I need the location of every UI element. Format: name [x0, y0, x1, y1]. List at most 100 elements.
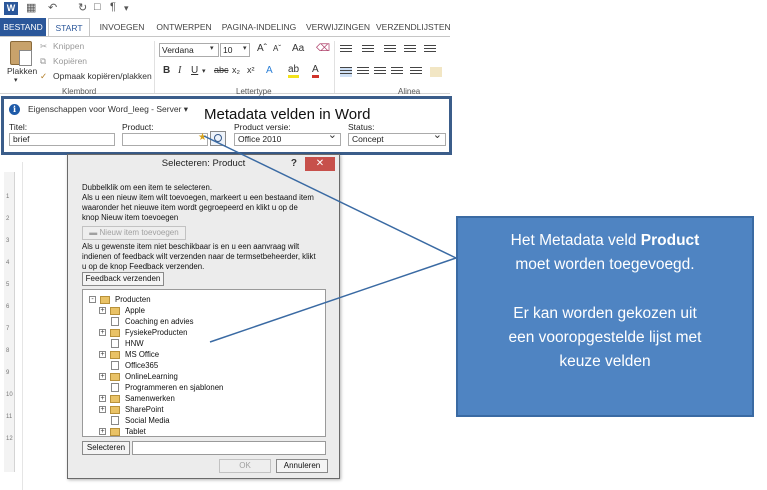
tree-item[interactable]: HNW — [99, 338, 299, 349]
explanation-callout: Het Metadata veld Product moet worden to… — [456, 216, 754, 417]
tree-root[interactable]: - Producten — [89, 294, 289, 305]
tree-item[interactable]: + FysiekeProducten — [99, 327, 299, 338]
text-effects-icon[interactable]: A — [266, 65, 273, 76]
tree-item[interactable]: Programmeren en sjablonen — [99, 382, 299, 393]
product-field[interactable] — [122, 133, 208, 146]
feedback-instructions: Als u gewenste item niet beschikbaar is … — [82, 242, 332, 272]
cut-button[interactable]: Knippen — [53, 41, 84, 51]
tree-item[interactable]: + MS Office — [99, 349, 299, 360]
ruler-mark: 3 — [6, 238, 10, 244]
feedback-button[interactable]: Feedback verzenden — [82, 272, 164, 286]
expand-icon[interactable]: + — [99, 406, 106, 413]
subscript-icon[interactable]: x₂ — [232, 65, 240, 75]
tree-item[interactable]: + OnlineLearning — [99, 371, 299, 382]
term-icon — [111, 339, 119, 348]
highlight-icon[interactable]: ab — [288, 65, 300, 78]
justify-icon[interactable] — [391, 67, 403, 77]
decrease-indent-icon[interactable] — [404, 45, 416, 55]
tab-verzendlijsten[interactable]: VERZENDLIJSTEN — [376, 18, 450, 36]
browse-terms-icon[interactable] — [210, 131, 226, 146]
grow-font-icon[interactable]: Aˆ — [257, 43, 267, 54]
pilcrow-icon[interactable]: ¶ — [110, 1, 116, 13]
underline-icon[interactable]: U — [191, 65, 198, 76]
align-right-icon[interactable] — [374, 67, 386, 77]
tree-item[interactable]: + Tablet — [99, 426, 299, 437]
dropdown-arrow-icon[interactable]: ▾ — [184, 104, 188, 114]
save-icon[interactable]: ▦ — [26, 1, 36, 14]
italic-icon[interactable]: I — [178, 65, 181, 76]
required-star-icon: ★ — [198, 132, 207, 143]
expand-icon[interactable]: + — [99, 307, 106, 314]
paste-dropdown-icon[interactable]: ▾ — [14, 76, 18, 84]
status-select[interactable]: Concept — [348, 130, 446, 146]
superscript-icon[interactable]: x² — [247, 65, 255, 75]
line-spacing-icon[interactable] — [410, 67, 422, 77]
product-versie-select[interactable]: Office 2010 — [234, 130, 341, 146]
copy-button[interactable]: Kopiëren — [53, 56, 87, 66]
close-button[interactable]: ✕ — [305, 157, 335, 171]
cancel-button[interactable]: Annuleren — [276, 459, 328, 473]
expand-icon[interactable]: + — [99, 351, 106, 358]
font-name-dropdown-icon[interactable]: ▾ — [210, 44, 214, 52]
callout-line-2: moet worden toegevoegd. — [515, 256, 695, 273]
ruler-mark: 6 — [6, 304, 10, 310]
callout-paragraph-2: Er kan worden gekozen uit een vooropgest… — [458, 302, 752, 374]
tab-bestand[interactable]: BESTAND — [0, 18, 46, 36]
shading-icon[interactable] — [430, 67, 442, 77]
numbering-icon[interactable] — [362, 45, 374, 55]
paste-label[interactable]: Plakken — [7, 66, 37, 76]
copy-icon: ⧉ — [40, 56, 47, 66]
ruler-mark: 9 — [6, 370, 10, 376]
tab-invoegen[interactable]: INVOEGEN — [94, 18, 150, 36]
tree-item[interactable]: + Samenwerken — [99, 393, 299, 404]
expand-icon[interactable]: + — [99, 373, 106, 380]
tree-item[interactable]: Coaching en advies — [99, 316, 299, 327]
help-icon[interactable]: ? — [291, 158, 297, 169]
feedback-line: u op de knop Feedback verzenden. — [82, 262, 205, 271]
info-icon: i — [9, 104, 20, 115]
shrink-font-icon[interactable]: Aˇ — [273, 44, 281, 53]
change-case-icon[interactable]: Aa — [292, 43, 304, 54]
document-properties-label[interactable]: Eigenschappen voor Word_leeg - Server ▾ — [28, 104, 188, 115]
titel-field[interactable]: brief — [9, 133, 115, 146]
underline-dropdown-icon[interactable]: ▾ — [202, 67, 206, 75]
increase-indent-icon[interactable] — [424, 45, 436, 55]
tree-item-label: Samenwerken — [125, 394, 175, 403]
ribbon: Plakken ▾ ✂ Knippen ⧉ Kopiëren ✓ Opmaak … — [0, 36, 450, 96]
callout-paragraph-1: Het Metadata veld Product moet worden to… — [458, 229, 752, 277]
format-painter-button[interactable]: Opmaak kopiëren/plakken — [53, 71, 152, 81]
titel-label: Titel: — [9, 122, 28, 132]
align-center-icon[interactable] — [357, 67, 369, 77]
tab-verwijzingen[interactable]: VERWIJZINGEN — [304, 18, 372, 36]
tree-item[interactable]: + SharePoint — [99, 404, 299, 415]
font-size-dropdown-icon[interactable]: ▾ — [243, 44, 247, 52]
tab-ontwerpen[interactable]: ONTWERPEN — [152, 18, 216, 36]
bold-icon[interactable]: B — [163, 65, 170, 76]
redo-icon[interactable]: ↻ — [78, 1, 87, 14]
tree-item[interactable]: Social Media — [99, 415, 299, 426]
clipboard-icon[interactable]: □ — [94, 1, 101, 13]
expand-icon[interactable]: + — [99, 428, 106, 435]
tree-item[interactable]: + Apple — [99, 305, 299, 316]
bullets-icon[interactable] — [340, 45, 352, 55]
collapse-icon[interactable]: - — [89, 296, 96, 303]
clear-format-icon[interactable]: ⌫ — [316, 43, 330, 54]
tab-start[interactable]: START — [48, 18, 90, 36]
paste-icon[interactable] — [10, 41, 32, 66]
font-color-icon[interactable]: A — [312, 65, 319, 78]
customize-qat-icon[interactable]: ▾ — [124, 3, 129, 14]
ruler-mark: 4 — [6, 260, 10, 266]
expand-icon[interactable]: + — [99, 329, 106, 336]
selected-value-field[interactable] — [132, 441, 326, 455]
tree-item[interactable]: Office365 — [99, 360, 299, 371]
tab-pagina-indeling[interactable]: PAGINA-INDELING — [218, 18, 300, 36]
strikethrough-icon[interactable]: abc — [214, 65, 229, 75]
align-left-icon[interactable] — [340, 67, 352, 77]
term-icon — [111, 361, 119, 370]
multilevel-list-icon[interactable] — [384, 45, 396, 55]
expand-icon[interactable]: + — [99, 395, 106, 402]
undo-icon[interactable]: ↶ — [48, 1, 57, 14]
select-button[interactable]: Selecteren — [82, 441, 130, 455]
dialog-title: Selecteren: Product — [161, 158, 246, 169]
new-item-icon: ▬ — [89, 228, 100, 237]
